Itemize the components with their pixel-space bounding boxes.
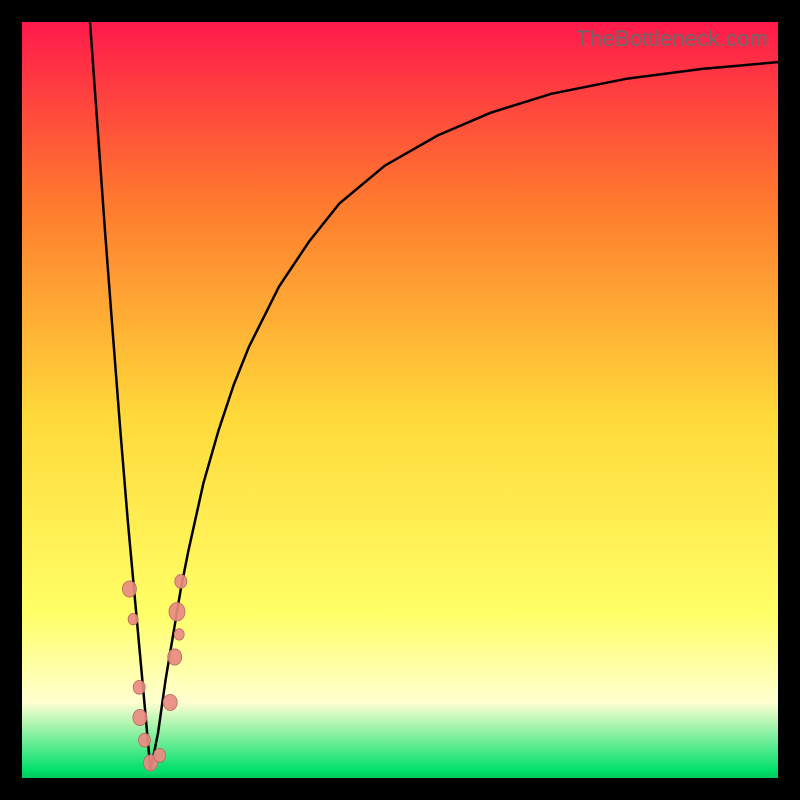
data-markers: [22, 22, 778, 778]
data-marker: [168, 649, 182, 665]
data-marker: [133, 709, 147, 725]
data-marker: [122, 581, 136, 597]
data-marker: [133, 680, 145, 694]
data-marker: [154, 748, 166, 762]
plot-area: TheBottleneck.com: [22, 22, 778, 778]
data-marker: [128, 613, 138, 625]
data-marker: [139, 733, 151, 747]
data-marker: [174, 629, 184, 641]
data-marker: [175, 575, 187, 589]
chart-frame: TheBottleneck.com: [0, 0, 800, 800]
data-marker: [169, 603, 185, 621]
data-marker: [163, 694, 177, 710]
watermark-text: TheBottleneck.com: [576, 26, 768, 52]
